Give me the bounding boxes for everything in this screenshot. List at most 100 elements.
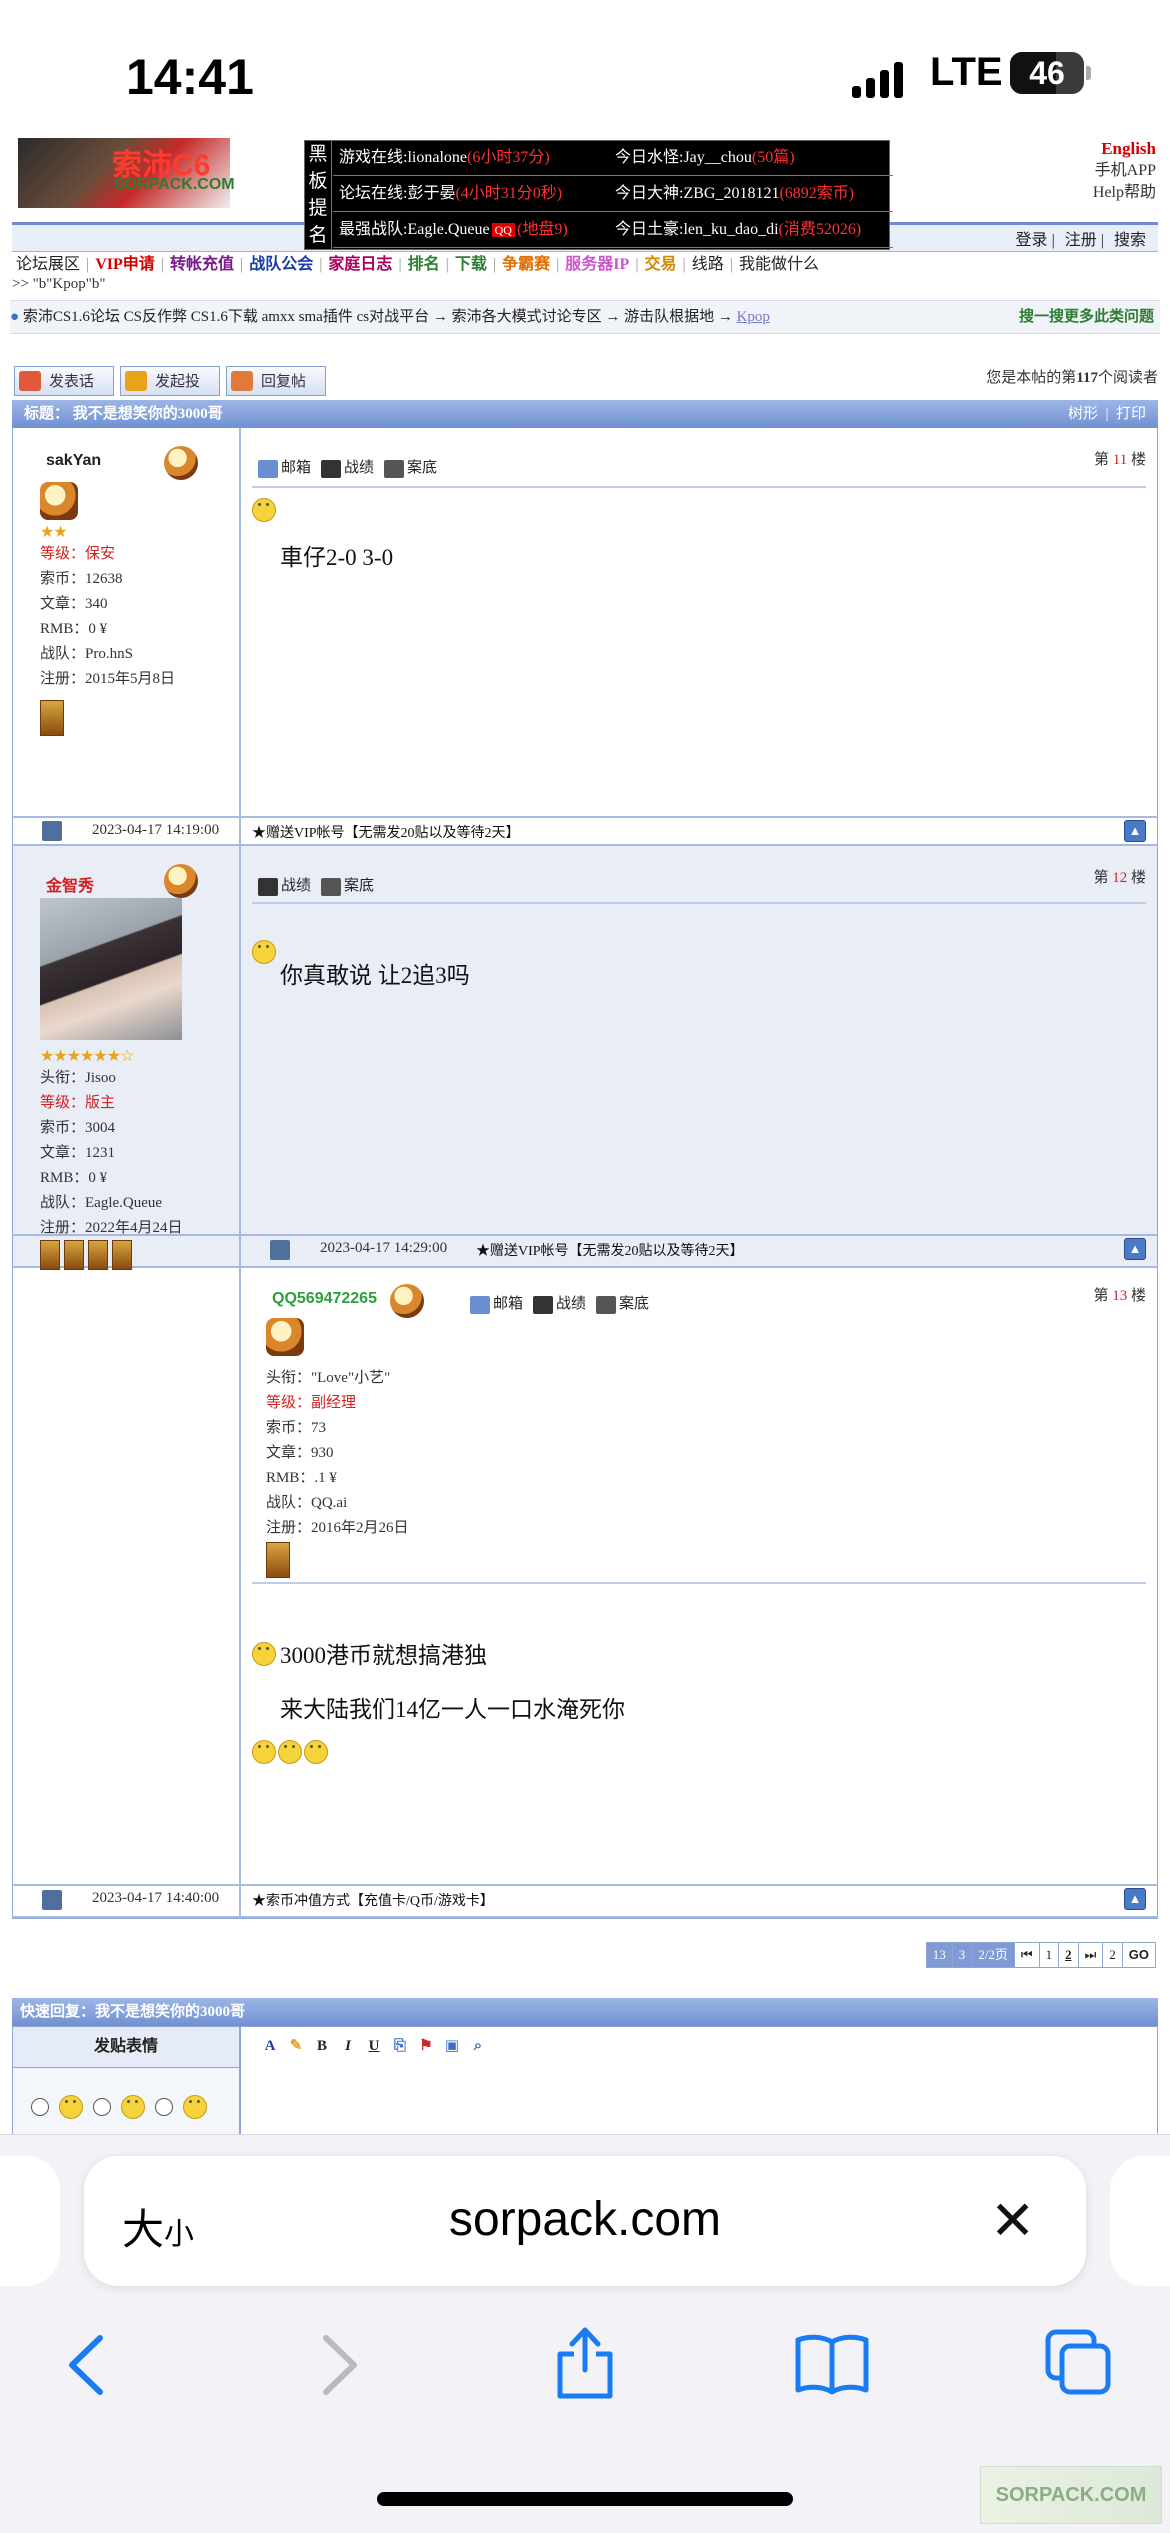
share-icon[interactable]	[552, 2322, 618, 2402]
post-3-print-icon[interactable]	[42, 1890, 62, 1910]
nav-item[interactable]: 争霸赛	[502, 256, 550, 273]
page-item[interactable]: 2	[1102, 1942, 1123, 1968]
post-1-print-icon[interactable]	[42, 821, 62, 841]
close-icon[interactable]: ✕	[990, 2194, 1035, 2248]
flag-icon[interactable]: ⚑	[417, 2037, 435, 2055]
nav-item[interactable]: 服务器IP	[565, 256, 629, 273]
smile-icon	[252, 1740, 276, 1764]
app-link[interactable]: 手机APP	[1093, 160, 1156, 182]
emote-radio[interactable]	[31, 2098, 49, 2116]
english-link[interactable]: English	[1093, 138, 1156, 160]
tool-record-icon[interactable]: 案底	[384, 459, 437, 478]
blackboard-stat[interactable]: 今日大神:ZBG_2018121(6892索币)	[609, 177, 893, 212]
search-icon[interactable]: ⌕	[469, 2037, 487, 2055]
image-icon[interactable]: ▣	[443, 2037, 461, 2055]
new-topic-button[interactable]: 发表话题	[14, 366, 114, 420]
breadcrumb-path[interactable]: 索沛CS1.6论坛 CS反作弊 CS1.6下载 amxx sma插件 cs对战平…	[23, 309, 733, 325]
blackboard-stat[interactable]: 论坛在线:彭于晏(4小时31分0秒)	[333, 177, 615, 212]
tool-soldier-icon[interactable]: 战绩	[533, 1295, 586, 1314]
blackboard-stat[interactable]: 今日土豪:len_ku_dao_di(消费52026)	[609, 213, 893, 248]
post-1-footer-link[interactable]: ★赠送VIP帐号【无需发20贴以及等待2天】	[252, 822, 520, 842]
stat-label: 最强战队:	[339, 221, 408, 238]
font-color-icon[interactable]: A	[261, 2037, 279, 2055]
page-item[interactable]: ⏭	[1077, 1942, 1104, 1968]
stat-extra: (4小时31分0秒)	[455, 185, 563, 202]
page-item[interactable]: 2	[1058, 1942, 1079, 1968]
nav-item[interactable]: 排名	[408, 256, 440, 273]
nav-item[interactable]: 下载	[455, 256, 487, 273]
forward-icon[interactable]	[318, 2332, 364, 2398]
page-item[interactable]: 1	[1038, 1942, 1060, 1968]
floor-number: 11	[1112, 452, 1128, 468]
emote-radio[interactable]	[93, 2098, 111, 2116]
post-2-username[interactable]: 金智秀	[46, 872, 94, 896]
tool-record-icon[interactable]: 案底	[321, 877, 375, 896]
post-3-username[interactable]: QQ569472265	[272, 1290, 377, 1308]
page-item[interactable]: 3	[951, 1942, 973, 1968]
tree-view-link[interactable]: 树形	[1068, 406, 1098, 422]
stat-extra: (消费52026)	[778, 221, 862, 238]
tool-soldier-icon[interactable]: 战绩	[321, 459, 374, 478]
post-1-top-icon[interactable]: ▲	[1124, 820, 1146, 842]
new-poll-button[interactable]: 发起投票	[120, 366, 220, 420]
go-button[interactable]: GO	[1121, 1942, 1156, 1968]
blackboard-stat[interactable]: 今日水怪:Jay__chou(50篇)	[609, 141, 893, 176]
blackboard-stat[interactable]: 最强战队:Eagle.Queue QQ (地盘9)	[333, 213, 615, 248]
emote-radio[interactable]	[155, 2098, 173, 2116]
post-3-top-icon[interactable]: ▲	[1124, 1888, 1146, 1910]
bold-icon[interactable]: B	[313, 2037, 331, 2055]
nav-item[interactable]: 家庭日志	[328, 256, 392, 273]
post-2-smile-icon	[252, 940, 276, 964]
nav-item[interactable]: 战队公会	[249, 256, 313, 273]
search-more-link[interactable]: 搜一搜更多此类问题	[1019, 301, 1154, 333]
nav-item[interactable]: VIP申请	[95, 256, 155, 273]
record-icon	[321, 877, 342, 896]
back-icon[interactable]	[62, 2332, 108, 2398]
info-key: 头衔：	[266, 1370, 312, 1386]
post-1-avatar[interactable]	[40, 482, 78, 520]
info-key: 文章：	[266, 1445, 312, 1461]
search-link[interactable]: 搜索	[1114, 232, 1146, 249]
post-3-footer-link[interactable]: ★索币冲值方式【充值卡/Q币/游戏卡】	[252, 1890, 494, 1910]
print-link[interactable]: 打印	[1116, 406, 1146, 422]
post-2-print-icon[interactable]	[270, 1240, 290, 1260]
sub-crumb: >> "b"Kpop"b"	[12, 276, 106, 292]
post-1-user: sakYan	[46, 452, 101, 470]
login-link[interactable]: 登录	[1016, 232, 1048, 249]
home-indicator[interactable]	[377, 2492, 793, 2506]
highlight-icon[interactable]: ✎	[287, 2037, 305, 2055]
bookmarks-icon[interactable]	[794, 2332, 870, 2396]
nav-item[interactable]: 我能做什么	[739, 256, 819, 273]
tool-mail-icon[interactable]: 邮箱	[470, 1295, 523, 1314]
breadcrumb-kpop-link[interactable]: Kpop	[737, 309, 770, 325]
italic-icon[interactable]: I	[339, 2037, 357, 2055]
underline-icon[interactable]: U	[365, 2037, 383, 2055]
tool-label: 案底	[344, 878, 375, 894]
nav-item[interactable]: 转帐充值	[170, 256, 234, 273]
info-key: 战队：	[40, 1195, 86, 1211]
floor-pre: 第	[1093, 1288, 1109, 1304]
post-1-username[interactable]: sakYan	[46, 452, 101, 470]
tool-record-icon[interactable]: 案底	[596, 1295, 649, 1314]
site-logo[interactable]: 索沛C6 SORPACK.COM	[18, 138, 235, 208]
post-2-top-icon[interactable]: ▲	[1124, 1238, 1146, 1260]
nav-item[interactable]: 线路	[692, 256, 724, 273]
nav-item[interactable]: 论坛展区	[16, 256, 80, 273]
post-2-footer-link[interactable]: ★赠送VIP帐号【无需发20贴以及等待2天】	[476, 1240, 744, 1260]
blackboard-stat[interactable]: 游戏在线:lionalone(6小时37分)	[333, 141, 615, 176]
editor-area[interactable]: A ✎ B I U ⎘ ⚑ ▣ ⌕	[240, 2026, 1158, 2148]
link-icon[interactable]: ⎘	[391, 2037, 409, 2055]
tool-mail-icon[interactable]: 邮箱	[258, 459, 311, 478]
tool-soldier-icon[interactable]: 战绩	[258, 877, 311, 896]
page-item[interactable]: 2/2页	[971, 1942, 1015, 1968]
post-1-stars: ★★	[40, 524, 68, 541]
tabs-icon[interactable]	[1044, 2328, 1114, 2398]
reply-button[interactable]: 回复帖子	[226, 366, 326, 420]
nav-item[interactable]: 交易	[645, 256, 677, 273]
post-3-avatar[interactable]	[266, 1318, 304, 1356]
page-item[interactable]: 13	[925, 1942, 953, 1968]
page-item[interactable]: ⏮	[1013, 1942, 1040, 1968]
register-link[interactable]: 注册	[1065, 232, 1097, 249]
help-link[interactable]: Help帮助	[1093, 182, 1156, 204]
post-2-avatar-photo[interactable]	[40, 898, 182, 1040]
